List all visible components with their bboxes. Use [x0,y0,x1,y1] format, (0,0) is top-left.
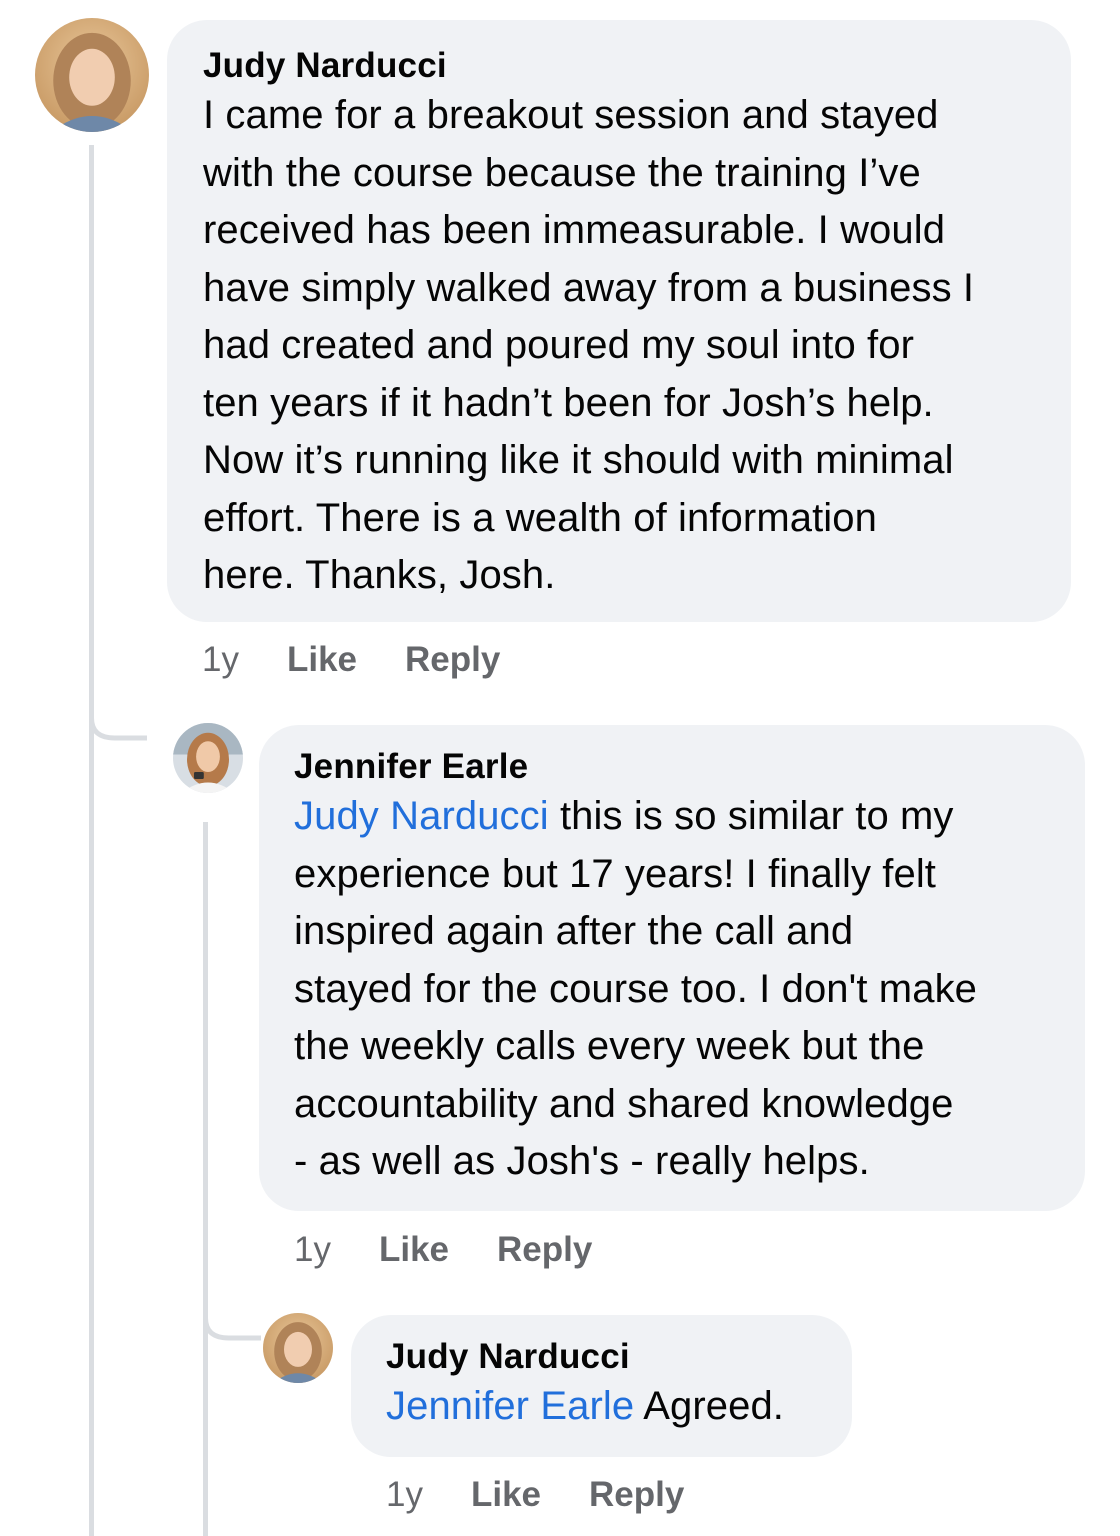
thread-connector-2 [203,1290,261,1341]
comment-author[interactable]: Jennifer Earle [294,745,1055,789]
comment-actions: 1y Like Reply [294,1226,640,1274]
thread-connector-1 [89,690,147,741]
comment-text: Jennifer Earle Agreed. [386,1384,785,1428]
comment-actions: 1y Like Reply [386,1471,732,1519]
profile-photo-icon [173,723,243,793]
comment-bubble: Judy Narducci I came for a breakout sess… [167,20,1071,622]
timestamp[interactable]: 1y [294,1230,331,1270]
profile-photo-icon [35,18,149,132]
comment-bubble: Judy Narducci Jennifer Earle Agreed. [351,1315,852,1457]
reply-button[interactable]: Reply [589,1475,684,1515]
comment-text: Judy Narducci this is so similar to my e… [294,794,978,1183]
avatar[interactable] [173,723,243,793]
reply-button[interactable]: Reply [497,1230,592,1270]
timestamp[interactable]: 1y [386,1475,423,1515]
comment-author[interactable]: Judy Narducci [203,44,1041,88]
reply-button[interactable]: Reply [405,640,500,680]
like-button[interactable]: Like [287,640,357,680]
comment-author[interactable]: Judy Narducci [386,1335,822,1379]
like-button[interactable]: Like [471,1475,541,1515]
mention-link[interactable]: Jennifer Earle [386,1384,634,1428]
timestamp[interactable]: 1y [202,640,239,680]
thread-line-reply [203,822,208,1536]
comment-actions: 1y Like Reply [202,636,548,684]
mention-link[interactable]: Judy Narducci [294,794,549,838]
comment-text: I came for a breakout session and stayed… [203,93,975,597]
avatar[interactable] [263,1313,333,1383]
avatar[interactable] [35,18,149,132]
profile-photo-icon [263,1313,333,1383]
comment-bubble: Jennifer Earle Judy Narducci this is so … [259,725,1085,1211]
thread-line-main [89,145,94,1536]
like-button[interactable]: Like [379,1230,449,1270]
